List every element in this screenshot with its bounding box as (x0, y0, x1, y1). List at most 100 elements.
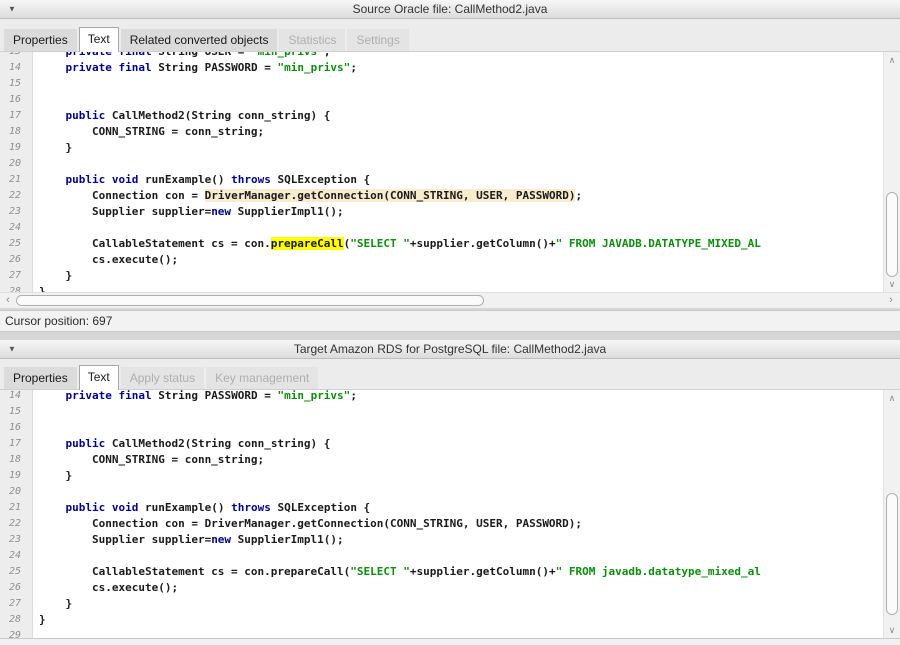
tab-properties[interactable]: Properties (4, 29, 77, 51)
code-text (27, 76, 39, 92)
code-line: 19 } (0, 468, 900, 484)
code-text (27, 420, 39, 436)
scroll-down-icon[interactable]: ∨ (884, 277, 900, 291)
line-number: 20 (0, 484, 27, 500)
source-panel: ▼ Source Oracle file: CallMethod2.java P… (0, 0, 900, 308)
cursor-position-text: Cursor position: 697 (5, 314, 112, 328)
code-text: public CallMethod2(String conn_string) { (27, 108, 330, 124)
code-text (27, 484, 39, 500)
line-number: 23 (0, 204, 27, 220)
source-tabbar: PropertiesTextRelated converted objects S… (0, 19, 900, 52)
tab-settings: Settings (347, 29, 408, 51)
code-line: 15 (0, 76, 900, 92)
code-line: 20 (0, 484, 900, 500)
target-code-editor[interactable]: 14 private final String PASSWORD = "min_… (0, 390, 900, 638)
target-panel: ▼ Target Amazon RDS for PostgreSQL file:… (0, 340, 900, 645)
line-number: 23 (0, 532, 27, 548)
code-text: } (27, 468, 72, 484)
code-line: 18 CONN_STRING = conn_string; (0, 124, 900, 140)
source-code-editor[interactable]: 13 private final String USER = "min_priv… (0, 52, 900, 292)
code-line: 24 (0, 548, 900, 564)
code-text: CONN_STRING = conn_string; (27, 124, 264, 140)
line-number: 27 (0, 596, 27, 612)
tab-properties[interactable]: Properties (4, 367, 77, 389)
code-text: private final String PASSWORD = "min_pri… (27, 390, 357, 404)
code-text: } (27, 140, 72, 156)
tab-related-converted-objects[interactable]: Related converted objects (121, 29, 278, 51)
line-number: 28 (0, 612, 27, 628)
code-line: 24 (0, 220, 900, 236)
code-text: public void runExample() throws SQLExcep… (27, 172, 370, 188)
source-horizontal-scrollbar[interactable]: ‹ › (0, 292, 900, 308)
line-number: 21 (0, 172, 27, 188)
code-line: 29 (0, 628, 900, 638)
code-text: Supplier supplier=new SupplierImpl1(); (27, 532, 344, 548)
line-number: 26 (0, 252, 27, 268)
code-line: 19 } (0, 140, 900, 156)
code-line: 21 public void runExample() throws SQLEx… (0, 172, 900, 188)
code-line: 28} (0, 284, 900, 292)
code-text: cs.execute(); (27, 252, 178, 268)
target-horizontal-scrollbar[interactable] (0, 638, 900, 645)
code-text: cs.execute(); (27, 580, 178, 596)
code-line: 14 private final String PASSWORD = "min_… (0, 390, 900, 404)
line-number: 27 (0, 268, 27, 284)
scroll-down-icon[interactable]: ∨ (884, 623, 900, 637)
tab-text[interactable]: Text (79, 27, 119, 52)
code-line: 21 public void runExample() throws SQLEx… (0, 500, 900, 516)
code-text: private final String PASSWORD = "min_pri… (27, 60, 357, 76)
target-vertical-scrollbar[interactable]: ∧ ∨ (883, 390, 900, 638)
line-number: 29 (0, 628, 27, 638)
target-panel-header: ▼ Target Amazon RDS for PostgreSQL file:… (0, 340, 900, 359)
code-line: 22 Connection con = DriverManager.getCon… (0, 516, 900, 532)
tab-text[interactable]: Text (79, 365, 119, 390)
code-text: CallableStatement cs = con.prepareCall("… (27, 564, 761, 580)
collapse-arrow-icon[interactable]: ▼ (8, 345, 16, 354)
code-text: public void runExample() throws SQLExcep… (27, 500, 370, 516)
line-number: 16 (0, 92, 27, 108)
line-number: 20 (0, 156, 27, 172)
code-text (27, 92, 39, 108)
code-text: } (27, 612, 46, 628)
source-vscroll-thumb[interactable] (886, 192, 898, 277)
target-panel-title: Target Amazon RDS for PostgreSQL file: C… (294, 342, 606, 356)
code-line: 17 public CallMethod2(String conn_string… (0, 436, 900, 452)
line-number: 14 (0, 60, 27, 76)
code-line: 25 CallableStatement cs = con.prepareCal… (0, 564, 900, 580)
line-number: 22 (0, 188, 27, 204)
line-number: 22 (0, 516, 27, 532)
line-number: 17 (0, 436, 27, 452)
scroll-left-icon[interactable]: ‹ (0, 293, 16, 308)
line-number: 25 (0, 564, 27, 580)
cursor-position-status: Cursor position: 697 (0, 310, 900, 332)
line-number: 19 (0, 140, 27, 156)
code-line: 26 cs.execute(); (0, 252, 900, 268)
source-hscroll-thumb[interactable] (16, 295, 484, 306)
line-number: 15 (0, 76, 27, 92)
code-line: 22 Connection con = DriverManager.getCon… (0, 188, 900, 204)
code-line: 13 private final String USER = "min_priv… (0, 52, 900, 60)
line-number: 21 (0, 500, 27, 516)
code-line: 28} (0, 612, 900, 628)
scroll-up-icon[interactable]: ∧ (884, 53, 900, 67)
code-text: } (27, 596, 72, 612)
code-line: 27 } (0, 596, 900, 612)
line-number: 15 (0, 404, 27, 420)
code-text: Supplier supplier=new SupplierImpl1(); (27, 204, 344, 220)
code-text: Connection con = DriverManager.getConnec… (27, 516, 582, 532)
collapse-arrow-icon[interactable]: ▼ (8, 5, 16, 14)
line-number: 28 (0, 284, 27, 292)
source-vertical-scrollbar[interactable]: ∧ ∨ (883, 52, 900, 292)
scroll-up-icon[interactable]: ∧ (884, 391, 900, 405)
code-line: 23 Supplier supplier=new SupplierImpl1()… (0, 532, 900, 548)
scroll-right-icon[interactable]: › (883, 293, 899, 308)
code-text: Connection con = DriverManager.getConnec… (27, 188, 582, 204)
code-text (27, 156, 39, 172)
code-line: 20 (0, 156, 900, 172)
line-number: 24 (0, 220, 27, 236)
line-number: 16 (0, 420, 27, 436)
code-line: 26 cs.execute(); (0, 580, 900, 596)
code-text (27, 404, 39, 420)
target-vscroll-thumb[interactable] (886, 493, 898, 615)
code-text: CallableStatement cs = con.prepareCall("… (27, 236, 761, 252)
